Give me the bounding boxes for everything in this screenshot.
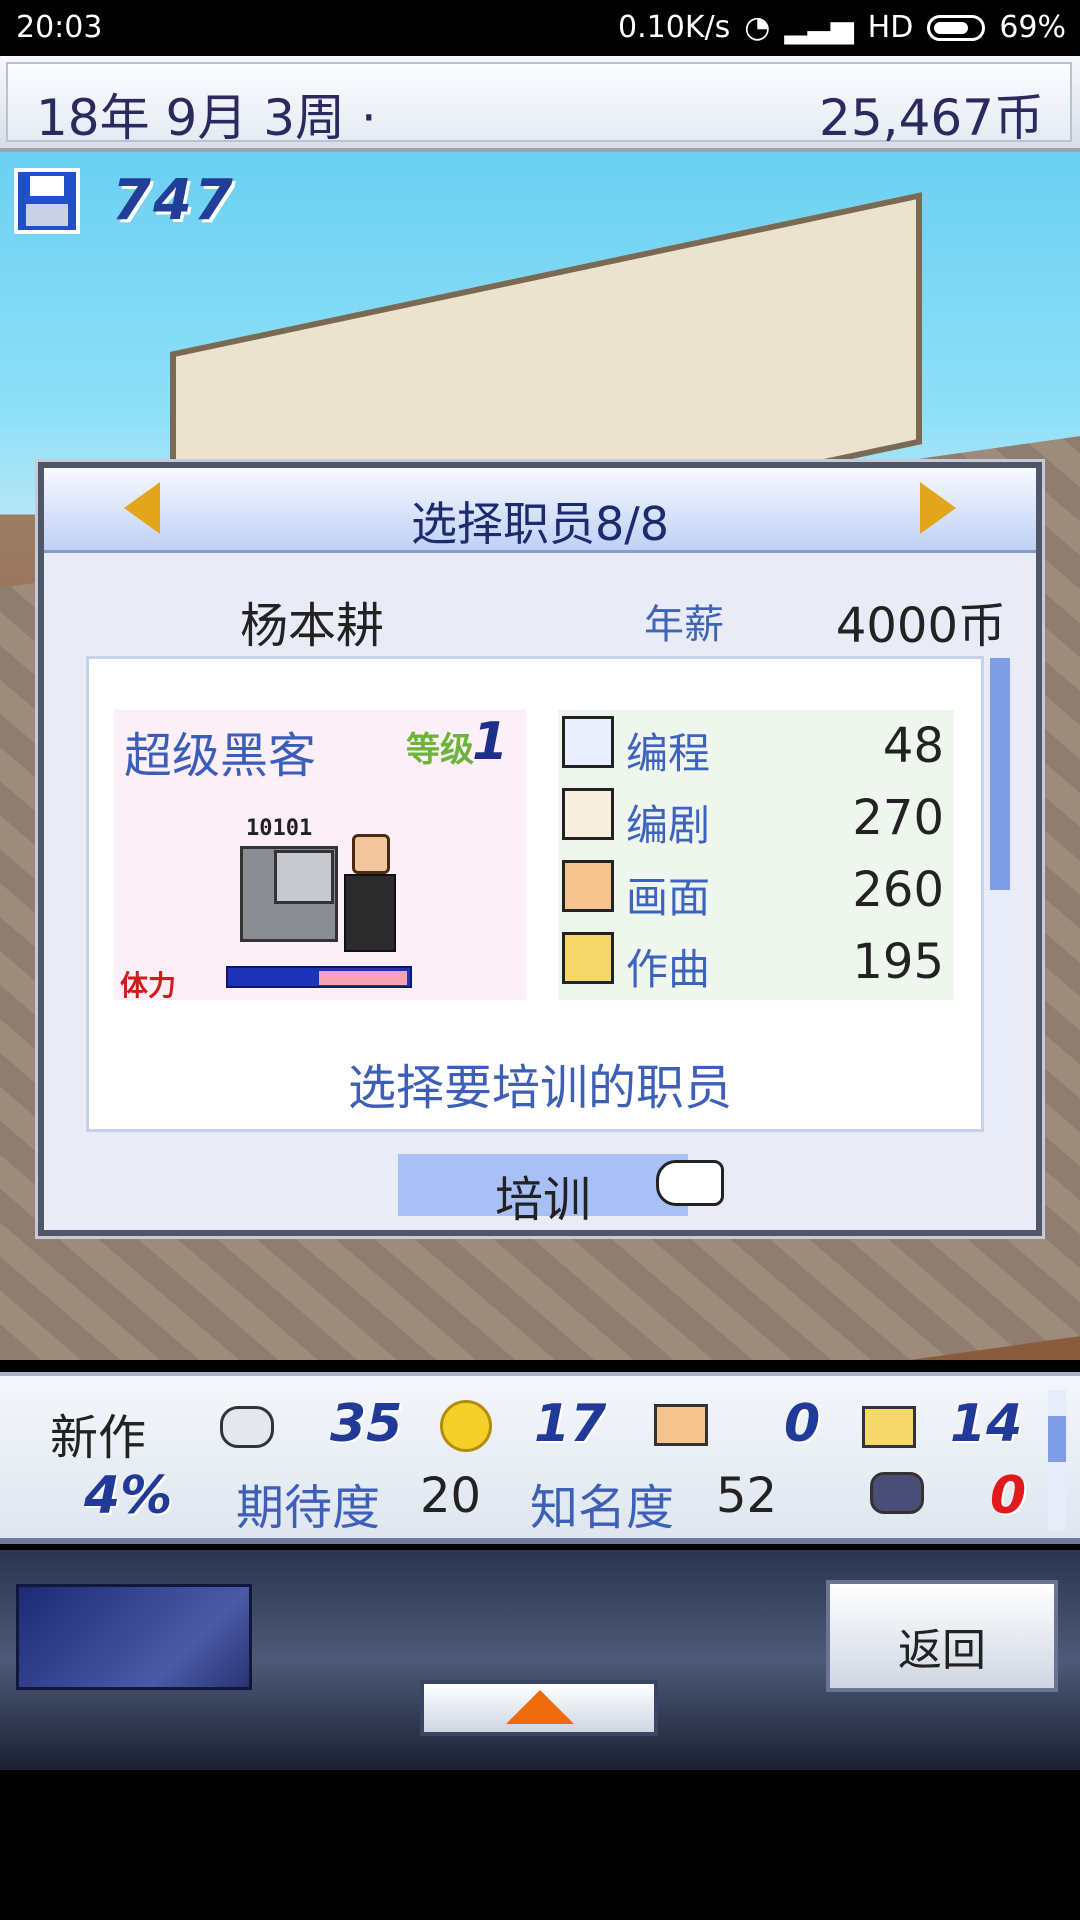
skill-label: 画面 (626, 873, 711, 922)
controller-icon (220, 1406, 274, 1448)
skill-row: 画面 260 (558, 854, 954, 926)
role-name: 超级黑客 (124, 728, 317, 784)
level-value: 1 (472, 712, 509, 772)
bottom-scrollbar-thumb[interactable] (1048, 1416, 1066, 1462)
skills-panel: 编程 48 编剧 270 画面 260 作曲 195 (558, 710, 954, 1000)
bottom-scrollbar[interactable] (1048, 1390, 1066, 1530)
money-display: 25,467币 (819, 89, 1044, 147)
salary-label: 年薪 (644, 602, 724, 648)
dialog-title: 选择职员8/8 (410, 497, 670, 551)
skill-value: 270 (852, 790, 944, 846)
status-bar: 20:03 0.10K/s ◔ ▂▃▅ HD 69% (0, 0, 1080, 56)
palette-icon (562, 860, 614, 912)
expand-button[interactable] (420, 1680, 658, 1736)
skill-row: 编程 48 (558, 710, 954, 782)
sound-value: 14 (950, 1394, 1023, 1454)
battery-icon (927, 14, 986, 41)
expectation-label: 期待度 (236, 1480, 381, 1536)
avatar-body (344, 874, 396, 952)
fame-label: 知名度 (530, 1480, 675, 1536)
role-panel: 超级黑客 等级 1 10101 体力 (114, 710, 526, 1002)
research-points: 747 (112, 168, 235, 233)
card-scrollbar-thumb[interactable] (990, 658, 1010, 890)
book-icon (562, 788, 614, 840)
fame-value: 52 (716, 1468, 778, 1524)
new-game-label: 新作 (50, 1410, 147, 1466)
game-date: 18年 9月 3周 · (36, 89, 377, 147)
pointing-hand-icon (656, 1160, 724, 1206)
bottom-status-panel: 新作 35 17 0 14 4% 期待度 20 知名度 52 0 (0, 1372, 1080, 1544)
salary-value: 4000币 (835, 598, 1006, 654)
dialog-header: 选择职员8/8 (44, 468, 1036, 553)
coin-icon (440, 1400, 492, 1452)
next-staff-arrow-icon[interactable] (920, 482, 956, 534)
monitor-icon (274, 850, 334, 904)
net-speed: 0.10K/s (618, 10, 731, 45)
palette-icon (654, 1404, 708, 1446)
skill-label: 作曲 (626, 945, 711, 994)
menu-button[interactable] (16, 1584, 252, 1690)
stamina-fill (319, 971, 407, 985)
skill-value: 260 (852, 862, 944, 918)
computer-icon (562, 716, 614, 768)
skill-row: 编剧 270 (558, 782, 954, 854)
top-info-bar: 18年 9月 3周 · 25,467币 (0, 56, 1080, 152)
staff-select-dialog: 选择职员8/8 杨本耕 年薪 4000币 超级黑客 等级 1 10101 体力 … (38, 462, 1042, 1236)
skill-label: 编程 (626, 729, 711, 778)
wifi-icon: ◔ (744, 10, 771, 45)
back-button-label: 返回 (898, 1625, 986, 1676)
stamina-bar (226, 966, 412, 988)
skill-row: 作曲 195 (558, 926, 954, 998)
skill-value: 195 (852, 934, 944, 990)
back-button[interactable]: 返回 (826, 1580, 1058, 1692)
stamina-label: 体力 (120, 969, 177, 1002)
bug-monster-icon (870, 1472, 924, 1514)
signal-icon: ▂▃▅ (784, 10, 854, 45)
creativity-value: 17 (534, 1394, 607, 1454)
progress-value: 4% (84, 1466, 173, 1526)
staff-name: 杨本耕 (240, 598, 385, 654)
save-icon[interactable] (14, 168, 80, 234)
bug-count: 0 (990, 1466, 1027, 1526)
hint-text: 选择要培训的职员 (347, 1060, 732, 1116)
status-time: 20:03 (16, 10, 103, 45)
fun-value: 35 (330, 1394, 403, 1454)
trumpet-icon (562, 932, 614, 984)
staff-avatar (344, 834, 396, 954)
status-right: 0.10K/s ◔ ▂▃▅ HD 69% (618, 10, 1066, 45)
trumpet-icon (862, 1406, 916, 1448)
level-label: 等级 (406, 730, 474, 770)
avatar-head (352, 834, 390, 874)
battery-percent: 69% (999, 10, 1066, 45)
graphics-value: 0 (784, 1394, 821, 1454)
train-button-label: 培训 (494, 1172, 591, 1228)
network-type: HD (867, 10, 914, 45)
train-button[interactable]: 培训 (398, 1154, 688, 1228)
up-arrow-icon (506, 1690, 574, 1724)
skill-value: 48 (882, 718, 944, 774)
skill-label: 编剧 (626, 801, 711, 850)
nav-bar: 返回 (0, 1550, 1080, 1770)
expectation-value: 20 (420, 1468, 482, 1524)
screen-text: 10101 (246, 816, 313, 841)
